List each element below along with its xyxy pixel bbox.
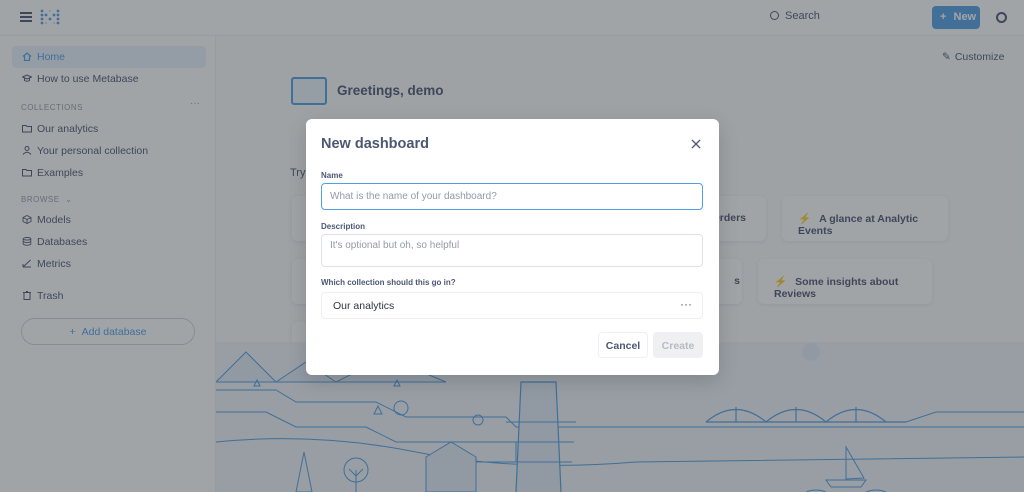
close-icon[interactable] [689,137,703,151]
description-label: Description [321,222,366,231]
create-button[interactable]: Create [653,332,703,358]
more-icon: ··· [680,297,692,311]
cancel-button[interactable]: Cancel [598,332,648,358]
collection-label: Which collection should this go in? [321,278,456,287]
collection-picker[interactable]: Our analytics ··· [321,292,703,319]
collection-picker-value: Our analytics [333,300,395,312]
dashboard-name-field[interactable] [321,183,703,210]
new-dashboard-modal: New dashboard Name Description Which col… [306,119,719,375]
description-field[interactable] [321,234,703,267]
modal-title: New dashboard [321,136,429,152]
name-label: Name [321,171,343,180]
